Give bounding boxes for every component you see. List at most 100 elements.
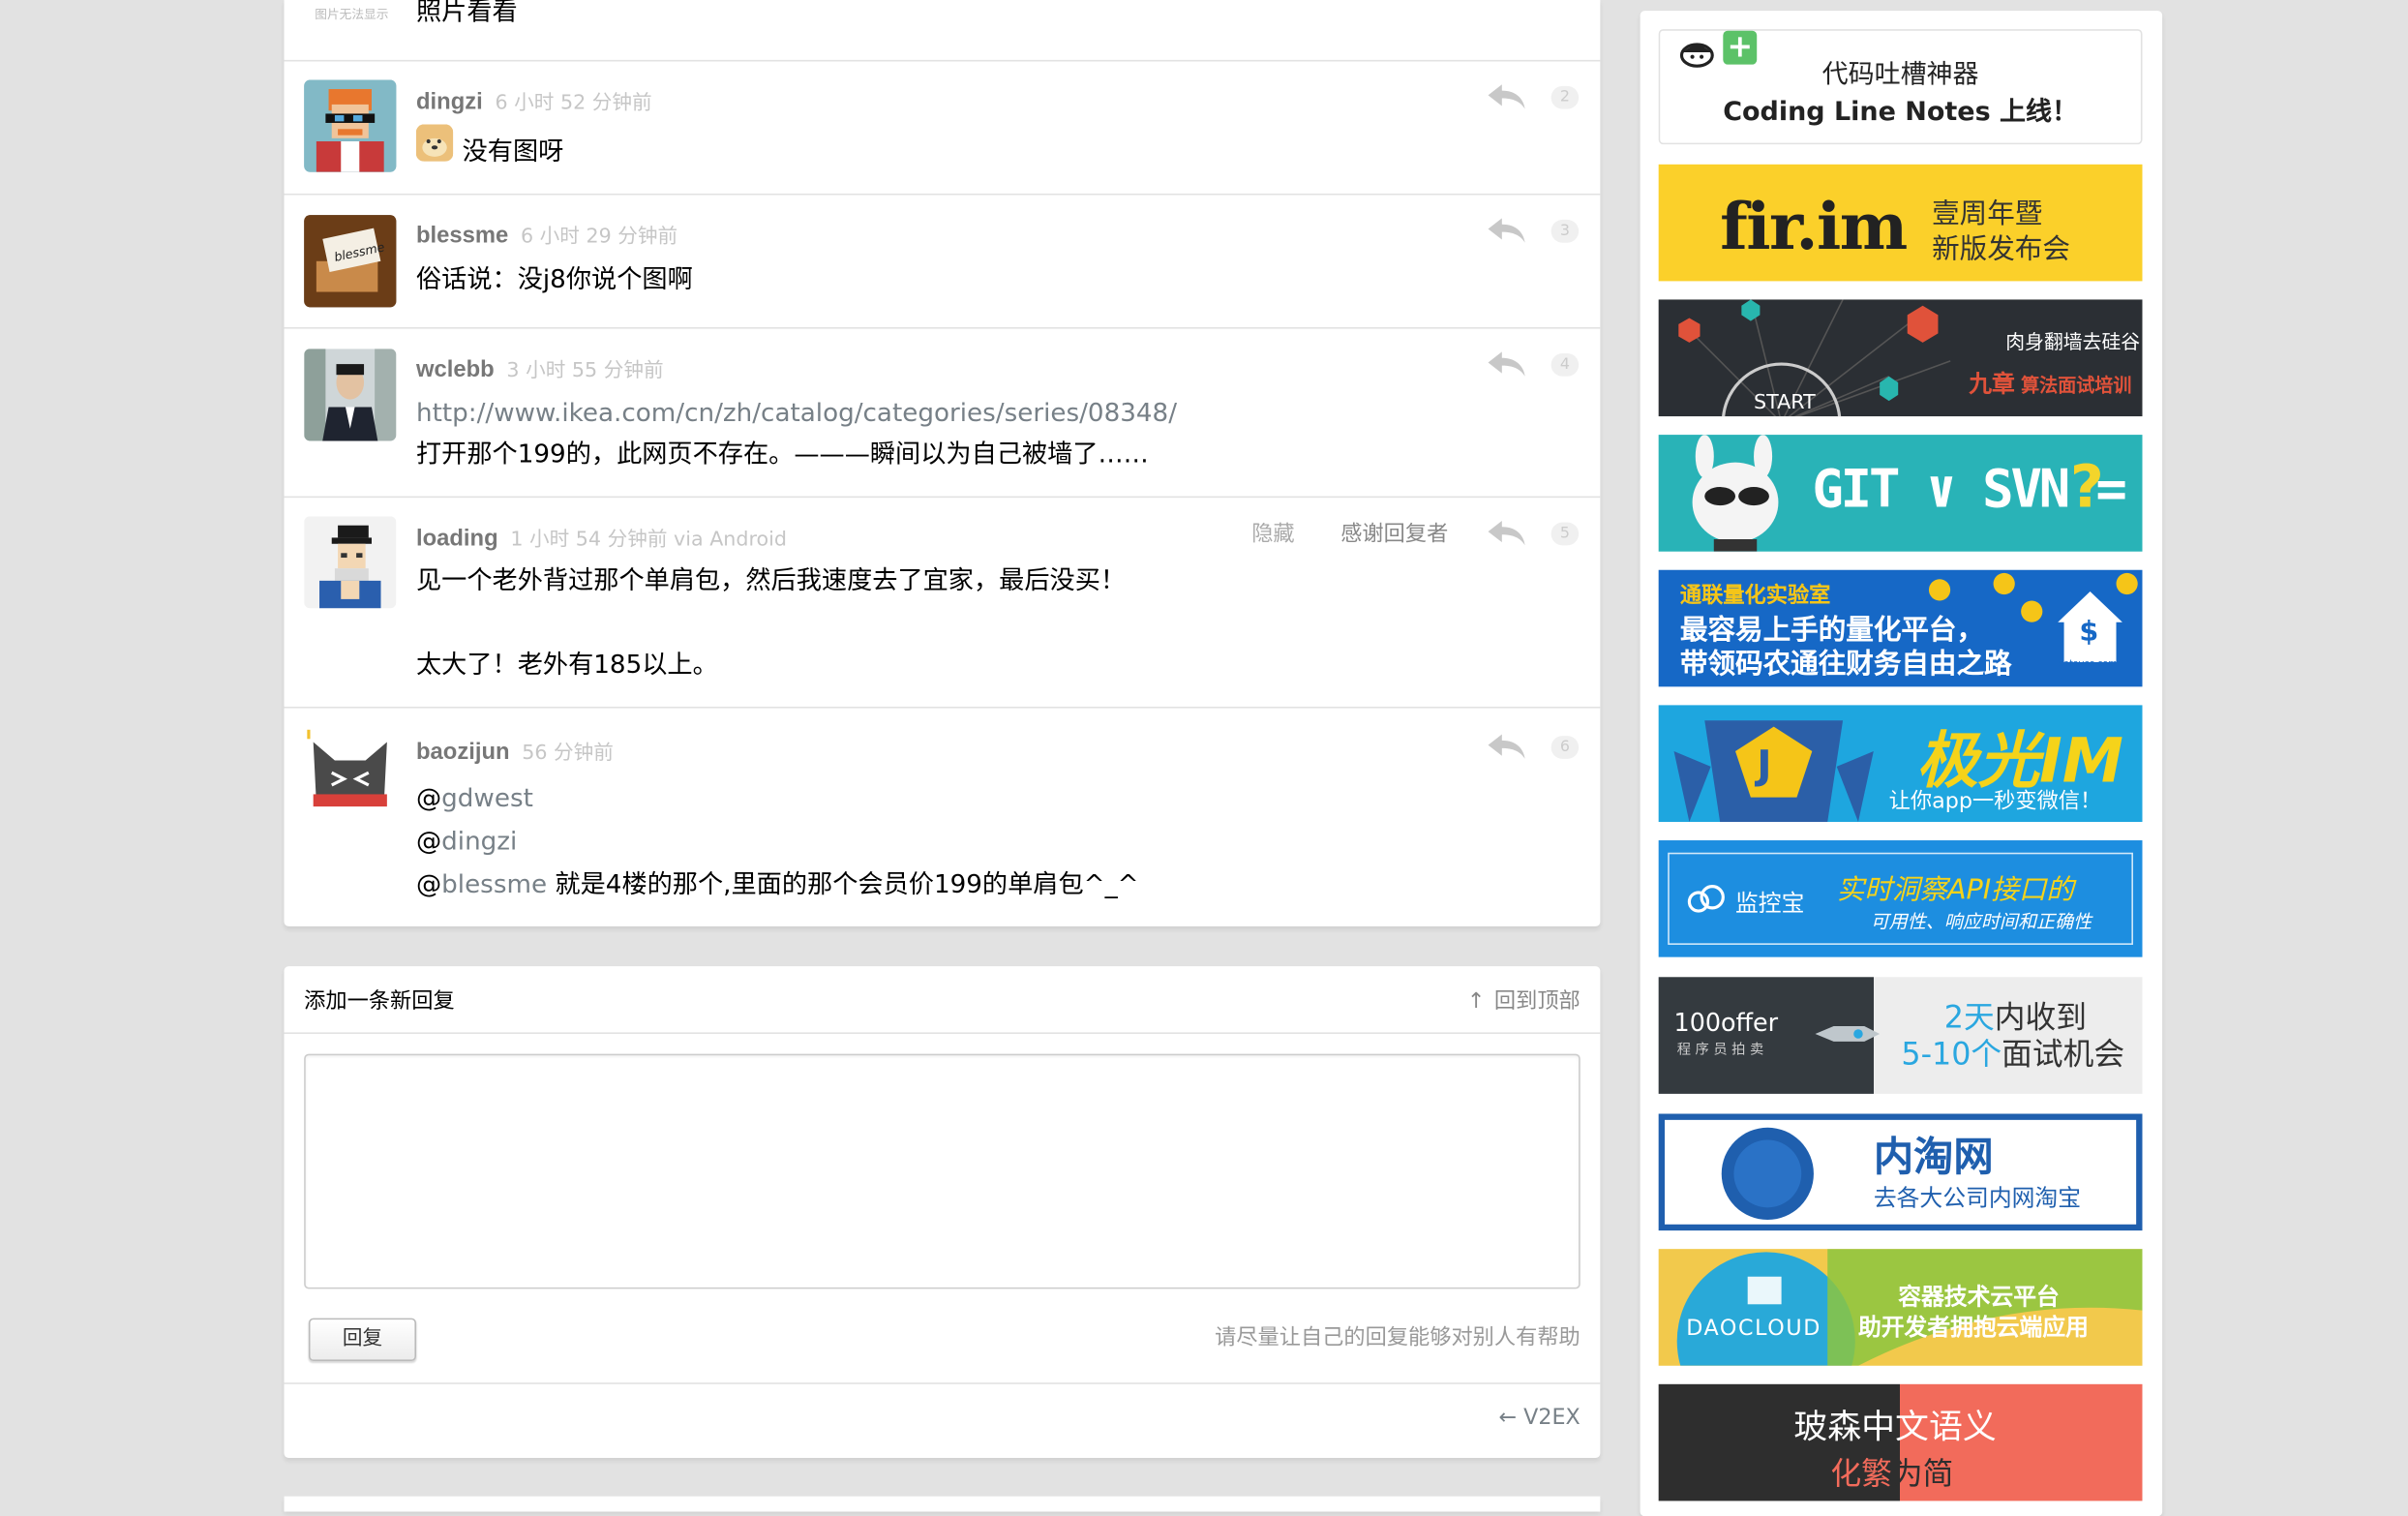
reply-time: 3 小时 55 分钟前 [506,359,664,383]
rocket-icon [1815,1026,1881,1042]
ad-text: 容器技术云平台 [1898,1283,2060,1311]
ad-jiankongbao[interactable]: 监控宝 实时洞察API接口的 可用性、响应时间和正确性 [1658,840,2143,957]
reply-meta: loading 1 小时 54 分钟前 via Android [416,523,787,552]
doge-emoji-icon [416,124,454,162]
ad-logo: 100offer [1673,1008,1779,1038]
reply-row: blessme blessme 6 小时 29 分钟前 3 俗话说：没j8你说个图… [284,196,1601,329]
ad-text: 肉身翻墙去硅谷 [2005,330,2141,353]
reply-arrow-icon[interactable] [1487,519,1526,547]
thank-link[interactable]: 感谢回复者 [1340,518,1448,549]
reply-arrow-icon[interactable] [1487,350,1526,379]
ad-text: 程 序 员 拍 卖 [1676,1043,1764,1059]
reply-row: wclebb 3 小时 55 分钟前 4 http://www.ikea.com/… [284,329,1601,499]
reply-time: 56 分钟前 [522,742,614,766]
ad-text: 助开发者拥抱云端应用 [1857,1313,2089,1342]
broken-image-caption: 图片无法显示 [315,7,389,22]
hide-link[interactable]: 隐藏 [1251,518,1294,549]
floor-number: 2 [1550,85,1580,109]
ad-bosen[interactable]: 玻森中文语义 化繁为简 [1658,1383,2143,1501]
rabbit-mascot-icon [1692,435,1779,552]
reply-row: dingzi 6 小时 52 分钟前 2 没有图呀 [284,61,1601,196]
ad-text: START [1754,391,1816,415]
ad-brand: 九章 [1969,370,2015,399]
ad-logo: DAOCLOUD [1686,1316,1821,1342]
username-link[interactable]: dingzi [416,89,483,115]
reply-arrow-icon[interactable] [1487,733,1526,761]
ad-firim[interactable]: fir.im 壹周年暨 新版发布会 [1658,164,2143,282]
new-reply-header: 添加一条新回复 ↑ 回到顶部 [284,966,1601,1034]
ad-text: 玻森中文语义 [1793,1400,1996,1449]
mention-line: @gdwest [416,777,533,819]
avatar[interactable] [304,349,397,441]
reply-arrow-icon[interactable] [1487,83,1526,111]
ad-text: 面试机会 [2002,1035,2125,1073]
mention-line: @dingzi [416,820,517,862]
network-graphic [1678,299,1951,417]
notes-subtitle: Coding Line Notes 上线！ [1723,96,2078,128]
ad-text: 文语义 [1895,1409,1997,1447]
ad-text: 壹周年暨 [1932,197,2043,231]
firim-logo: fir.im [1720,189,1908,264]
svg-text:J: J [1754,743,1771,789]
avatar[interactable]: blessme [304,215,397,308]
reply-meta: baozijun 56 分钟前 [416,736,614,765]
ad-datayes[interactable]: 通联量化实验室 最容易上手的量化平台， 带领码农通往财务自由之路 $ datay… [1658,569,2143,687]
ad-text: 算法面试培训 [2021,375,2132,397]
v2ex-home-link[interactable]: ← V2EX [1498,1406,1580,1430]
ad-git-svn[interactable]: GIT ∨ SVN = ? [1658,435,2143,552]
at-sign: @ [416,783,442,813]
coin-icon [1993,572,2015,595]
sidebar: + 代码吐槽神器 Coding Line Notes 上线！ fir.im 壹周… [1640,11,2163,1516]
avatar[interactable] [304,726,397,819]
reply-row: loading 1 小时 54 分钟前 via Android 隐藏 感谢回复者 … [284,498,1601,709]
cloud-icon [1687,885,1725,913]
at-sign: @ [416,869,442,899]
house-dollar-icon: $ [2058,591,2122,662]
reply-content: 就是4楼的那个,里面的那个会员价199的单肩包^_^ [547,869,1139,899]
reply-content: 打开那个199的，此网页不存在。———瞬间以为自己被墙了…… [416,439,1149,470]
ad-neitao[interactable]: 内淘网 去各大公司内网淘宝 [1658,1113,2143,1231]
ad-text: 带领码农通往财务自由之路 [1679,648,2012,682]
avatar[interactable] [304,79,397,172]
mention-link[interactable]: blessme [441,869,547,898]
back-to-top-label: 回到顶部 [1493,988,1580,1015]
ad-jiuzhang[interactable]: START 肉身翻墙去硅谷 九章 算法面试培训 [1658,299,2143,417]
reply-hint: 请尽量让自己的回复能够对别人有帮助 [1215,1325,1580,1350]
mention-link[interactable]: dingzi [441,827,517,856]
reply-meta: dingzi 6 小时 52 分钟前 [416,86,652,115]
ad-text: 去各大公司内网淘宝 [1873,1184,2082,1213]
avatar[interactable] [304,516,397,609]
ad-domain: datayes.com [2058,658,2118,670]
floor-number: 5 [1550,522,1580,546]
url-link[interactable]: http://www.ikea.com/cn/zh/catalog/catego… [416,392,1177,434]
superhero-icon: J [1673,720,1874,822]
reply-row: 图片无法显示 照片看看 [284,0,1601,62]
back-to-top-link[interactable]: ↑ 回到顶部 [1467,985,1580,1016]
ad-text: 实时洞察API接口的 [1836,873,2074,907]
reply-time: 6 小时 52 分钟前 [495,92,652,116]
ad-daocloud[interactable]: DAOCLOUD 容器技术云平台 助开发者拥抱云端应用 [1658,1249,2143,1366]
ad-title: 内淘网 [1873,1135,1994,1182]
username-link[interactable]: loading [416,526,498,552]
arrow-up-icon: ↑ [1466,988,1486,1015]
ad-text: 新版发布会 [1932,233,2070,266]
reply-button[interactable]: 回复 [308,1318,417,1362]
ad-100offer[interactable]: 100offer 程 序 员 拍 卖 2天内收到 5-10个面试机会 [1658,977,2143,1094]
ad-jiguang[interactable]: J 极光IM 让你app一秒变微信！ [1658,705,2143,822]
ad-text: 化繁为简 [1830,1448,1953,1493]
reply-arrow-icon[interactable] [1487,217,1526,245]
username-link[interactable]: baozijun [416,739,510,765]
reply-content: 俗话说：没j8你说个图啊 [416,263,693,294]
reply-row: baozijun 56 分钟前 6 @gdwest @dingzi @blessm… [285,709,1601,926]
coding-notes-promo[interactable]: + 代码吐槽神器 Coding Line Notes 上线！ [1658,29,2143,145]
replies-panel: 图片无法显示 照片看看 dingzi 6 小时 52 分钟前 2 没有图呀 bl… [284,0,1601,926]
new-reply-panel: 添加一条新回复 ↑ 回到顶部 回复 请尽量让自己的回复能够对别人有帮助 ← V2E… [284,966,1601,1458]
ad-brand: 监控宝 [1735,889,1805,918]
username-link[interactable]: wclebb [416,356,495,382]
floor-number: 3 [1550,219,1580,243]
mention-link[interactable]: gdwest [441,783,533,812]
reply-textarea[interactable] [304,1053,1580,1289]
username-link[interactable]: blessme [416,223,508,249]
question-mark: ? [2069,453,2104,521]
floor-number: 6 [1550,736,1580,759]
